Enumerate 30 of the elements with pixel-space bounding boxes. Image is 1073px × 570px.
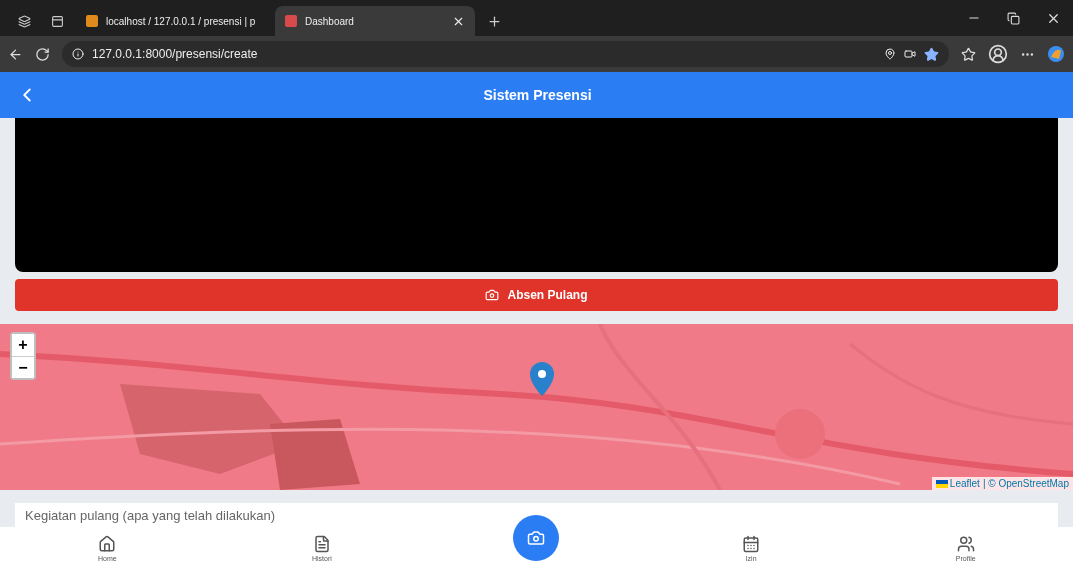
leaflet-link[interactable]: Leaflet	[935, 478, 980, 489]
favorites-icon[interactable]	[961, 46, 976, 62]
absen-button[interactable]: Absen Pulang	[15, 279, 1058, 311]
app-title: Sistem Presensi	[482, 87, 593, 103]
browser-tab[interactable]: Dashboard	[275, 6, 475, 36]
attribution-text: | © OpenStreetMap	[982, 478, 1069, 489]
camera-icon	[527, 528, 546, 547]
new-tab-icon[interactable]	[487, 13, 502, 29]
address-bar[interactable]: 127.0.0.1:8000/presensi/create	[62, 41, 949, 67]
people-icon	[956, 535, 975, 553]
favicon-icon	[285, 15, 297, 27]
star-icon[interactable]	[924, 46, 939, 62]
zoom-out-button[interactable]: −	[12, 356, 34, 378]
info-icon[interactable]	[72, 48, 84, 60]
home-icon	[98, 535, 117, 553]
back-icon[interactable]	[8, 46, 23, 62]
activity-field[interactable]: Kegiatan pulang (apa yang telah dilakukan)	[15, 503, 1058, 527]
workspaces-icon[interactable]	[18, 14, 31, 28]
calendar-icon	[742, 535, 761, 553]
favicon-icon	[86, 15, 98, 27]
avatar-icon[interactable]	[988, 44, 1008, 64]
camera-icon	[485, 288, 500, 302]
reload-icon[interactable]	[35, 46, 50, 62]
browser-tab[interactable]: localhost / 127.0.0.1 / presensi | p	[76, 6, 271, 36]
restore-icon[interactable]	[1007, 11, 1020, 25]
flag-icon	[935, 479, 948, 488]
camera-icon[interactable]	[904, 48, 916, 60]
tab-actions-icon[interactable]	[51, 14, 64, 28]
location-icon[interactable]	[884, 48, 896, 60]
document-icon	[312, 535, 331, 553]
